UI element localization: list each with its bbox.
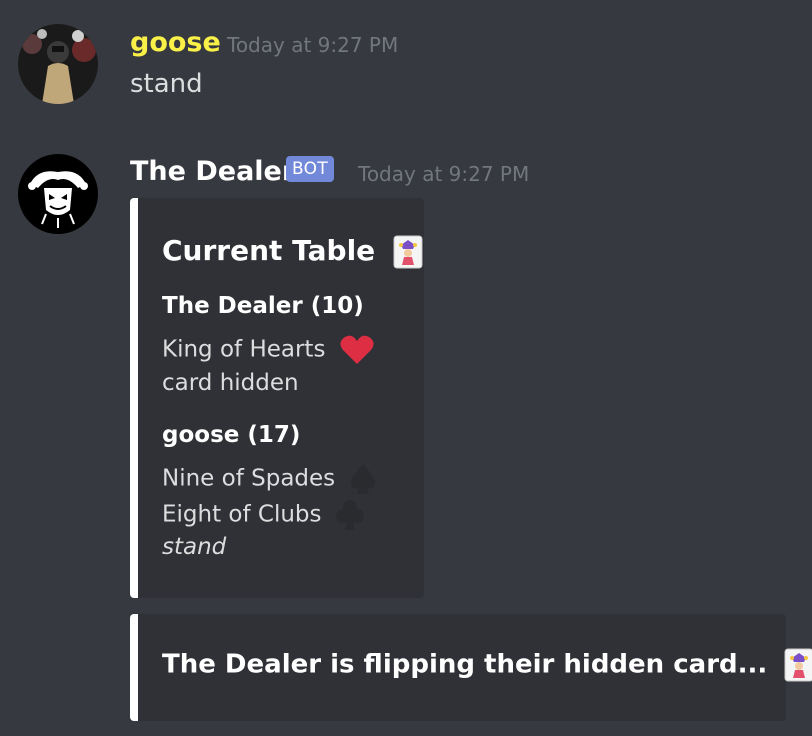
card-text: Nine of Spades bbox=[162, 465, 336, 492]
card-text: Eight of Clubs bbox=[162, 501, 322, 528]
field-name-dealer: The Dealer (10) bbox=[162, 293, 364, 319]
timestamp: Today at 9:27 PM bbox=[227, 33, 399, 57]
message-text: stand bbox=[130, 69, 203, 99]
field-line: Eight of Clubs bbox=[162, 498, 365, 532]
bot-avatar[interactable] bbox=[18, 154, 98, 234]
field-line: Nine of Spades bbox=[162, 462, 378, 496]
embed-title: The Dealer is flipping their hidden card… bbox=[162, 648, 812, 682]
field-line-action: stand bbox=[162, 534, 227, 560]
embed-current-table: Current Table The Dealer (10) King of He… bbox=[130, 198, 424, 598]
embed-title: Current Table bbox=[162, 234, 423, 269]
embed-flipping: The Dealer is flipping their hidden card… bbox=[130, 614, 812, 721]
joker-emoji-icon bbox=[393, 235, 423, 269]
heart-icon bbox=[340, 335, 374, 364]
username[interactable]: goose bbox=[130, 27, 221, 58]
field-line: King of Hearts bbox=[162, 334, 375, 366]
club-icon bbox=[335, 500, 364, 530]
jester-avatar-icon bbox=[18, 154, 98, 234]
field-line: card hidden bbox=[162, 370, 299, 396]
timestamp: Today at 9:27 PM bbox=[358, 162, 530, 186]
user-photo-avatar-icon bbox=[18, 24, 98, 104]
bot-tag: BOT bbox=[286, 156, 335, 182]
username[interactable]: The Dealer bbox=[130, 156, 295, 187]
field-name-player: goose (17) bbox=[162, 422, 301, 448]
spade-icon bbox=[351, 464, 376, 494]
embed-title-text: Current Table bbox=[162, 234, 376, 267]
embed-title-text: The Dealer is flipping their hidden card… bbox=[162, 649, 768, 680]
joker-emoji-icon bbox=[784, 648, 812, 682]
user-avatar[interactable] bbox=[18, 24, 98, 104]
card-text: King of Hearts bbox=[162, 336, 326, 363]
